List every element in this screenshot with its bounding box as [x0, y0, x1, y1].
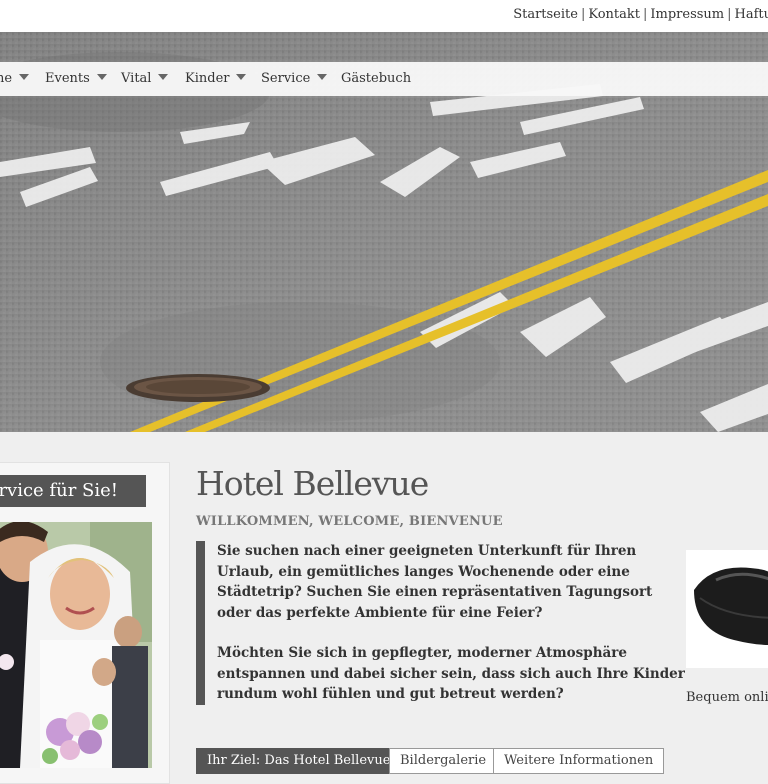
caret-down-icon [317, 74, 327, 80]
caret-down-icon [236, 74, 246, 80]
nav-item-home[interactable]: ne [0, 71, 29, 86]
top-utility-bar: Startseite|Kontakt|Impressum|Haftu [0, 0, 768, 33]
tab-bildergalerie[interactable]: Bildergalerie [389, 748, 497, 774]
sidebar-heading: ervice für Sie! [0, 475, 146, 507]
top-link-startseite[interactable]: Startseite [513, 7, 578, 22]
nav-item-service[interactable]: Service [261, 71, 327, 86]
top-link-impressum[interactable]: Impressum [650, 7, 724, 22]
top-link-kontakt[interactable]: Kontakt [588, 7, 640, 22]
wedding-couple-image [0, 522, 152, 768]
tab-hotel-bellevue[interactable]: Ihr Ziel: Das Hotel Bellevue [196, 748, 401, 774]
intro-paragraph: Möchten Sie sich in gepflegter, moderner… [217, 643, 685, 705]
intro-paragraph: Sie suchen nach einer geeigneten Unterku… [217, 541, 685, 623]
intro-text-block: Sie suchen nach einer geeigneten Unterku… [196, 541, 685, 705]
caret-down-icon [19, 74, 29, 80]
teaser-image[interactable] [686, 550, 768, 668]
teaser-caption[interactable]: Bequem onlin [686, 690, 768, 705]
tab-weitere-informationen[interactable]: Weitere Informationen [493, 748, 664, 774]
top-links: Startseite|Kontakt|Impressum|Haftu [513, 7, 768, 22]
welcome-subheading: WILLKOMMEN, WELCOME, BIENVENUE [196, 514, 503, 529]
nav-item-label: Vital [121, 71, 151, 86]
nav-item-events[interactable]: Events [45, 71, 107, 86]
top-separator: | [581, 7, 585, 22]
caret-down-icon [97, 74, 107, 80]
top-link-haftung[interactable]: Haftu [735, 7, 768, 22]
nav-item-vital[interactable]: Vital [121, 71, 168, 86]
nav-item-label: Kinder [185, 71, 229, 86]
page-title: Hotel Bellevue [196, 464, 428, 503]
nav-item-label: Service [261, 71, 310, 86]
computer-mouse-icon [686, 550, 768, 668]
nav-item-label: Events [45, 71, 90, 86]
nav-item-kinder[interactable]: Kinder [185, 71, 246, 86]
caret-down-icon [158, 74, 168, 80]
nav-item-label: Gästebuch [341, 71, 411, 86]
main-nav: ne Events Vital Kinder Service Gästebuch [0, 62, 768, 96]
nav-item-label: ne [0, 71, 12, 86]
top-separator: | [727, 7, 731, 22]
top-separator: | [643, 7, 647, 22]
nav-item-gaestebuch[interactable]: Gästebuch [341, 71, 411, 86]
sidebar-heading-text: ervice für Sie! [0, 475, 118, 507]
wedding-photo[interactable] [0, 522, 152, 768]
